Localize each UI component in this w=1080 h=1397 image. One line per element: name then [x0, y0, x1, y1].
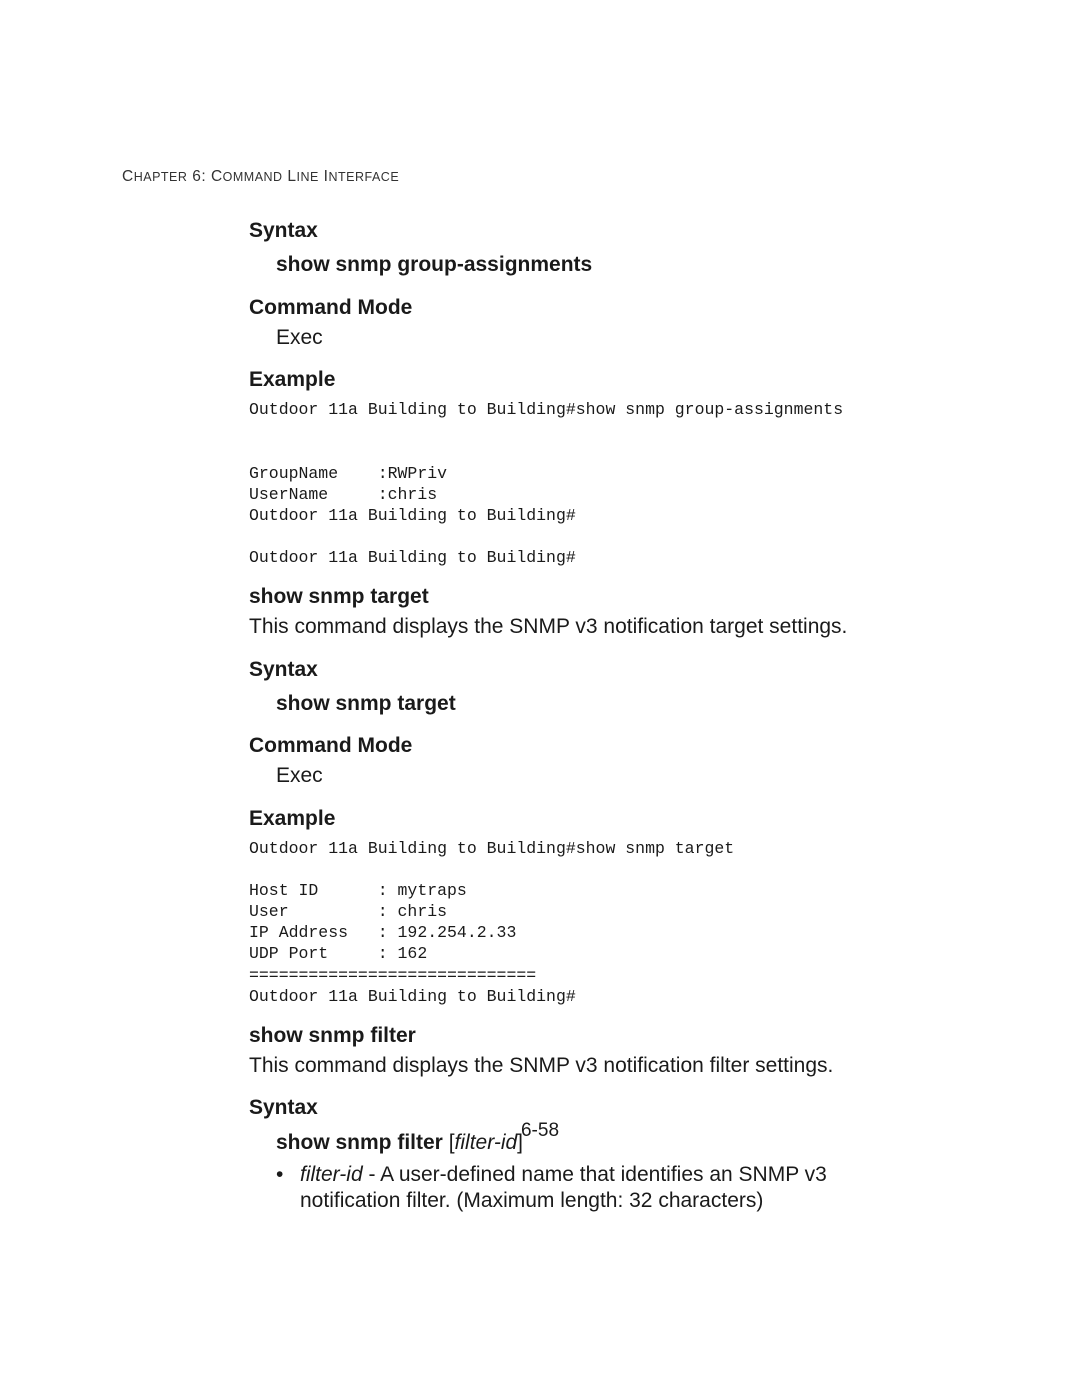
bullet-icon: •: [276, 1162, 300, 1215]
running-header: CHAPTER 6: COMMAND LINE INTERFACE: [122, 168, 399, 186]
content-column: Syntax show snmp group-assignments Comma…: [249, 218, 929, 1214]
syntax-heading: Syntax: [249, 218, 929, 244]
command-mode-value: Exec: [276, 763, 929, 789]
example-code-block: Outdoor 11a Building to Building#show sn…: [249, 399, 929, 568]
parameter-bullet: • filter-id - A user-defined name that i…: [276, 1162, 929, 1215]
syntax-command: show snmp target: [276, 691, 929, 717]
command-title: show snmp target: [249, 584, 929, 610]
syntax-command: show snmp group-assignments: [276, 252, 929, 278]
syntax-heading: Syntax: [249, 657, 929, 683]
example-heading: Example: [249, 806, 929, 832]
command-description: This command displays the SNMP v3 notifi…: [249, 614, 929, 640]
page-number: 6-58: [0, 1120, 1080, 1142]
command-mode-heading: Command Mode: [249, 295, 929, 321]
parameter-text: filter-id - A user-defined name that ide…: [300, 1162, 929, 1215]
command-mode-heading: Command Mode: [249, 733, 929, 759]
syntax-heading: Syntax: [249, 1095, 929, 1121]
example-code-block: Outdoor 11a Building to Building#show sn…: [249, 838, 929, 1007]
command-mode-value: Exec: [276, 325, 929, 351]
page: CHAPTER 6: COMMAND LINE INTERFACE Syntax…: [0, 0, 1080, 1397]
chapter-label: CHAPTER 6: COMMAND LINE INTERFACE: [122, 168, 399, 185]
command-description: This command displays the SNMP v3 notifi…: [249, 1053, 929, 1079]
command-title: show snmp filter: [249, 1023, 929, 1049]
example-heading: Example: [249, 367, 929, 393]
